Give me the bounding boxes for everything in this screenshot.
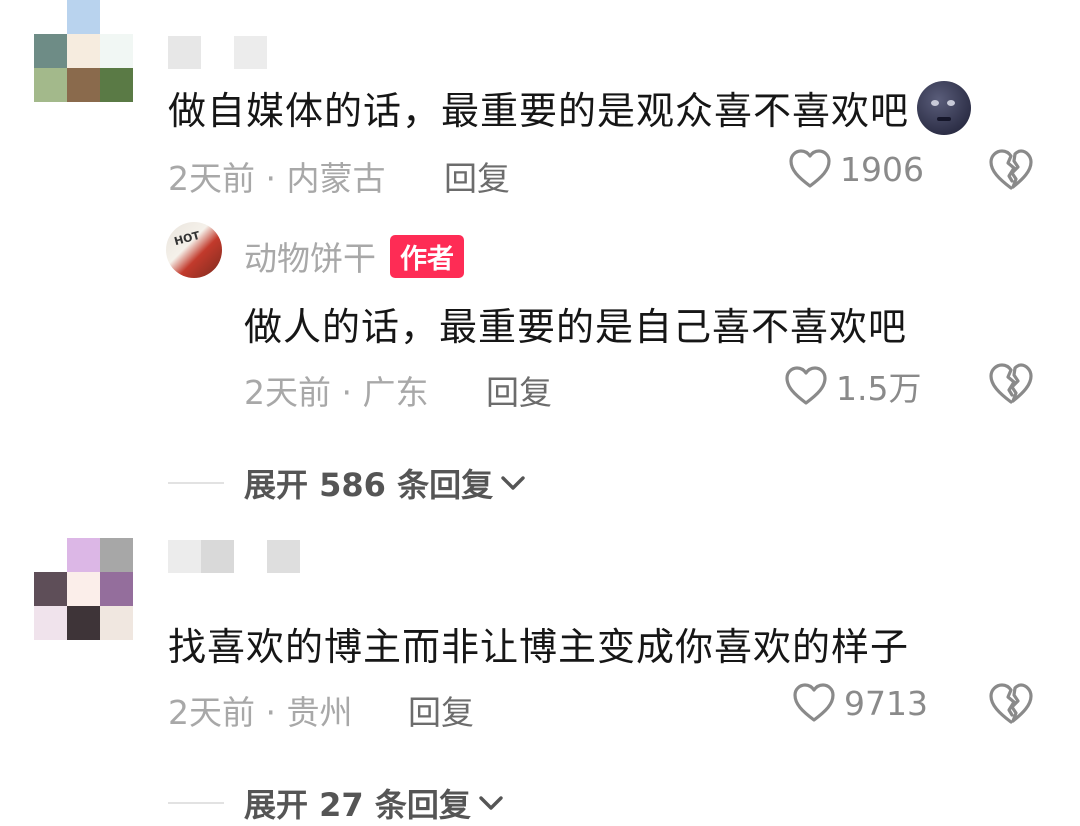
reply-meta: 2天前 · 广东 — [244, 373, 429, 412]
like-button[interactable]: 1.5万 — [784, 362, 921, 410]
avatar-pixel — [100, 606, 133, 640]
reply-button[interactable]: 回复 — [444, 152, 510, 200]
author-avatar[interactable]: HOT — [166, 222, 222, 278]
username-blurred[interactable] — [168, 540, 300, 573]
author-name[interactable]: 动物饼干 — [244, 232, 376, 280]
avatar-pixel — [67, 572, 100, 606]
avatar-pixel — [100, 538, 133, 572]
avatar[interactable] — [34, 538, 133, 640]
name-blur-pixel — [168, 36, 201, 69]
name-blur-pixel — [234, 36, 267, 69]
comment-meta: 2天前 · 贵州 — [168, 693, 353, 732]
chevron-down-icon — [499, 473, 527, 493]
avatar-pixel — [34, 34, 67, 68]
name-blur-pixel — [234, 540, 267, 573]
broken-heart-icon — [988, 362, 1034, 406]
broken-heart-icon — [988, 148, 1034, 192]
author-header: 动物饼干 作者 — [244, 232, 464, 280]
avatar-pixel — [67, 538, 100, 572]
broken-heart-icon — [988, 682, 1034, 726]
reply-button[interactable]: 回复 — [486, 366, 552, 414]
avatar-pixel — [67, 34, 100, 68]
comment-body: 做自媒体的话，最重要的是观众喜不喜欢吧 — [168, 80, 972, 135]
avatar-pixel — [67, 0, 100, 34]
heart-outline-icon — [788, 148, 832, 190]
avatar-pixel — [34, 538, 67, 572]
avatar-pixel — [34, 0, 67, 34]
reply-text: 做人的话，最重要的是自己喜不喜欢吧 — [244, 305, 908, 349]
reply-button[interactable]: 回复 — [408, 686, 474, 734]
like-count: 9713 — [844, 683, 928, 723]
expand-replies-label: 展开 27 条回复 — [244, 786, 471, 824]
divider — [168, 482, 224, 484]
chevron-down-icon — [477, 793, 505, 813]
divider — [168, 802, 224, 804]
avatar-pixel — [100, 572, 133, 606]
avatar-pixel — [67, 68, 100, 102]
like-count: 1906 — [840, 149, 924, 189]
name-blur-pixel — [168, 540, 201, 573]
username-blurred[interactable] — [168, 36, 267, 69]
avatar-pixel — [34, 68, 67, 102]
comment-1 — [34, 0, 133, 102]
avatar-pixel — [34, 606, 67, 640]
name-blur-pixel — [201, 36, 234, 69]
like-button[interactable]: 1906 — [788, 148, 924, 190]
comment-text: 做自媒体的话，最重要的是观众喜不喜欢吧 — [168, 89, 910, 133]
like-button[interactable]: 9713 — [792, 682, 928, 724]
comment-text: 找喜欢的博主而非让博主变成你喜欢的样子 — [168, 625, 910, 669]
new-moon-face-emoji — [917, 80, 972, 135]
expand-replies[interactable]: 展开 586 条回复 — [168, 460, 527, 506]
name-blur-pixel — [201, 540, 234, 573]
like-count: 1.5万 — [836, 369, 922, 408]
comment-2 — [34, 538, 133, 640]
avatar-pixel — [100, 34, 133, 68]
expand-replies-label: 展开 586 条回复 — [244, 466, 494, 504]
avatar-pixel — [100, 0, 133, 34]
author-badge: 作者 — [390, 234, 464, 278]
name-blur-pixel — [267, 540, 300, 573]
dislike-button[interactable] — [988, 362, 1034, 406]
avatar-pixel — [100, 68, 133, 102]
avatar[interactable] — [34, 0, 133, 102]
expand-replies[interactable]: 展开 27 条回复 — [168, 780, 505, 826]
dislike-button[interactable] — [988, 682, 1034, 726]
heart-outline-icon — [784, 365, 828, 407]
comment-meta: 2天前 · 内蒙古 — [168, 159, 386, 198]
heart-outline-icon — [792, 682, 836, 724]
avatar-pixel — [34, 572, 67, 606]
avatar-pixel — [67, 606, 100, 640]
dislike-button[interactable] — [988, 148, 1034, 192]
